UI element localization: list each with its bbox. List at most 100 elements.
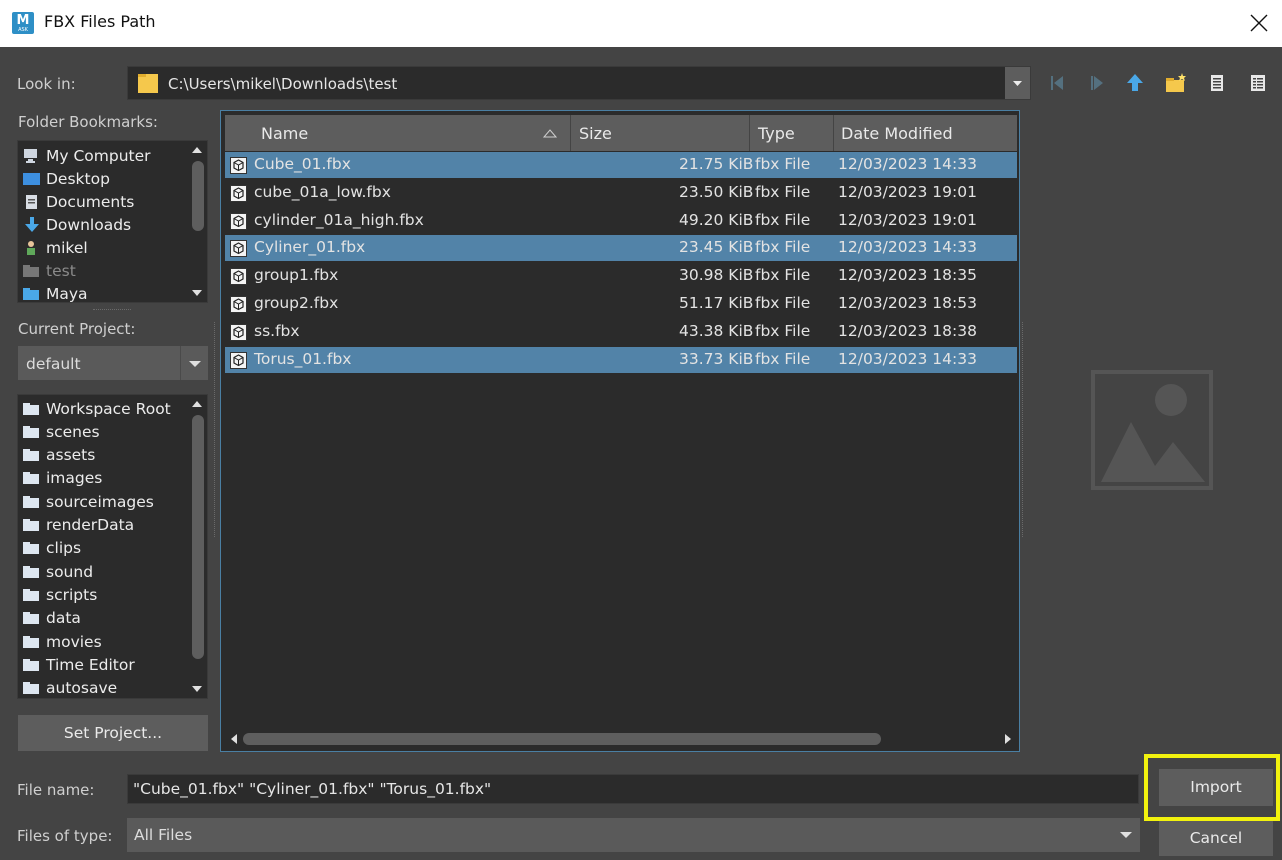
bookmark-documents[interactable]: Documents	[22, 190, 134, 213]
forward-icon[interactable]	[1084, 70, 1110, 96]
window-title: FBX Files Path	[44, 12, 156, 31]
bookmarks-list[interactable]: My Computer Desktop Documents Downloads …	[17, 140, 208, 303]
file-list-scroll-thumb[interactable]	[243, 733, 881, 745]
project-folder-item[interactable]: autosave	[22, 677, 118, 698]
file-list-hscrollbar[interactable]	[225, 730, 1017, 748]
file-type-cell: fbx File	[755, 349, 811, 368]
close-icon[interactable]	[1244, 8, 1274, 38]
project-dropdown-button[interactable]	[180, 346, 208, 380]
file-row[interactable]: Cyliner_01.fbx 23.45 KiB fbx File 12/03/202…	[225, 235, 1017, 262]
look-in-dropdown-button[interactable]	[1005, 67, 1030, 99]
project-folder-label: sound	[46, 562, 94, 581]
file-date-cell: 12/03/2023 18:38	[838, 321, 977, 340]
bookmark-maya[interactable]: Maya	[22, 282, 88, 302]
folder-bookmarks-label: Folder Bookmarks:	[18, 113, 158, 131]
back-icon[interactable]	[1044, 70, 1070, 96]
file-name-cell: Cube_01.fbx	[254, 155, 351, 173]
fbx-file-icon	[230, 212, 247, 230]
project-folders-scroll-thumb[interactable]	[192, 415, 204, 659]
project-folder-item[interactable]: data	[22, 607, 81, 630]
folder-icon	[23, 588, 39, 601]
project-folder-label: sourceimages	[46, 492, 154, 511]
file-date-cell: 12/03/2023 14:33	[838, 155, 977, 173]
fbx-file-icon	[230, 157, 247, 174]
folder-icon	[23, 402, 39, 415]
file-type-cell: fbx File	[755, 155, 811, 173]
scroll-right-arrow-icon	[1005, 734, 1011, 744]
bookmarks-scroll-thumb[interactable]	[192, 161, 204, 231]
file-row[interactable]: group2.fbx 51.17 KiB fbx File 12/03/2023 18…	[225, 291, 1017, 317]
file-name-field[interactable]: "Cube_01.fbx" "Cyliner_01.fbx" "Torus_01…	[127, 774, 1139, 804]
list-view-icon[interactable]	[1204, 70, 1230, 96]
scroll-down-arrow-icon	[192, 290, 202, 296]
project-folder-item[interactable]: sourceimages	[22, 490, 154, 513]
look-in-combo[interactable]: C:\Users\mikel\Downloads\test	[127, 66, 1031, 100]
project-folder-label: autosave	[46, 679, 118, 698]
column-header-date-modified[interactable]: Date Modified	[835, 115, 1017, 151]
project-folders-scrollbar[interactable]	[189, 397, 205, 696]
detail-view-icon[interactable]	[1245, 70, 1271, 96]
file-row[interactable]: cube_01a_low.fbx 23.50 KiB fbx File 12/03/2…	[225, 180, 1017, 206]
bookmark-my-computer[interactable]: My Computer	[22, 144, 151, 167]
file-date-cell: 12/03/2023 19:01	[838, 182, 977, 201]
fbx-file-icon	[230, 268, 247, 286]
project-folder-label: movies	[46, 632, 102, 651]
project-folder-item[interactable]: scripts	[22, 583, 97, 606]
project-folder-item[interactable]: Time Editor	[22, 653, 135, 676]
new-folder-icon[interactable]	[1163, 70, 1189, 96]
column-header-size[interactable]: Size	[572, 115, 750, 151]
file-size-cell: 23.45 KiB	[679, 238, 754, 257]
up-folder-icon[interactable]	[1122, 70, 1148, 96]
file-size-cell: 30.98 KiB	[679, 266, 754, 285]
file-size-cell: 23.50 KiB	[679, 182, 754, 201]
downloads-icon	[25, 216, 39, 232]
file-row[interactable]: Torus_01.fbx 33.73 KiB fbx File 12/03/2023 …	[225, 346, 1017, 373]
chevron-down-icon	[189, 361, 201, 367]
project-folder-item[interactable]: Workspace Root	[22, 397, 171, 420]
project-folder-label: Workspace Root	[46, 399, 171, 418]
file-name-cell: cube_01a_low.fbx	[254, 182, 391, 201]
project-folder-item[interactable]: movies	[22, 630, 102, 653]
files-of-type-dropdown-button[interactable]	[1112, 818, 1140, 852]
project-folder-item[interactable]: sound	[22, 560, 93, 583]
splitter-handle[interactable]	[93, 309, 131, 310]
right-splitter[interactable]	[1022, 322, 1023, 537]
bookmark-desktop[interactable]: Desktop	[22, 167, 110, 190]
left-splitter[interactable]	[214, 322, 215, 537]
file-row[interactable]: Cube_01.fbx 21.75 KiB fbx File 12/03/2023 1…	[225, 152, 1017, 178]
project-combo[interactable]: default	[18, 346, 208, 380]
user-icon	[27, 240, 35, 255]
bookmarks-scrollbar[interactable]	[189, 143, 205, 300]
file-row[interactable]: ss.fbx 43.38 KiB fbx File 12/03/2023 18:38	[225, 319, 1017, 345]
file-row[interactable]: group1.fbx 30.98 KiB fbx File 12/03/2023 18…	[225, 263, 1017, 289]
project-folder-item[interactable]: images	[22, 467, 102, 490]
project-folder-item[interactable]: scenes	[22, 420, 100, 443]
project-folder-label: images	[46, 469, 103, 488]
fbx-file-icon	[230, 184, 247, 202]
file-type-cell: fbx File	[755, 182, 811, 201]
project-folder-label: clips	[46, 539, 82, 558]
project-folders-list[interactable]: Workspace Root scenes assets images sourceim…	[17, 394, 208, 699]
file-list[interactable]: Name Size Type Date Modified Cube_01.fbx…	[220, 110, 1020, 752]
files-of-type-label: Files of type:	[17, 827, 113, 845]
chevron-down-icon	[1120, 832, 1132, 838]
bookmark-mikel[interactable]: mikel	[22, 236, 88, 259]
project-folder-item[interactable]: renderData	[22, 514, 134, 537]
file-name-cell: cylinder_01a_high.fbx	[254, 210, 424, 229]
set-project-button[interactable]: Set Project...	[18, 715, 208, 751]
column-header-type[interactable]: Type	[751, 115, 834, 151]
folder-icon	[23, 495, 39, 508]
project-folder-label: renderData	[46, 516, 135, 534]
file-row[interactable]: cylinder_01a_high.fbx 49.20 KiB fbx File 12…	[225, 208, 1017, 234]
fbx-file-icon	[230, 296, 247, 313]
fbx-file-icon	[230, 240, 247, 258]
bookmark-test[interactable]: test	[22, 259, 76, 282]
project-folder-item[interactable]: assets	[22, 444, 95, 467]
file-size-cell: 21.75 KiB	[679, 155, 754, 173]
cancel-button[interactable]: Cancel	[1159, 820, 1273, 856]
folder-icon	[23, 264, 39, 277]
files-of-type-combo[interactable]: All Files	[127, 818, 1140, 852]
bookmark-downloads[interactable]: Downloads	[22, 213, 131, 236]
project-folder-item[interactable]: clips	[22, 537, 81, 560]
column-header-name[interactable]: Name	[225, 115, 571, 151]
